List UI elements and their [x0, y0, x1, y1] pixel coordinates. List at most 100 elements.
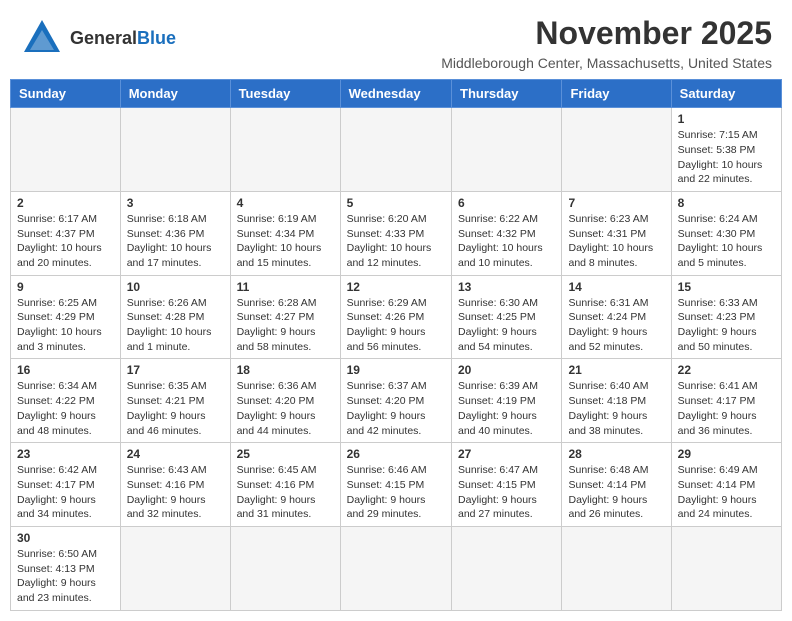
day-info: Sunrise: 6:36 AM Sunset: 4:20 PM Dayligh… — [237, 379, 334, 438]
table-row — [562, 108, 671, 192]
table-row — [562, 526, 671, 610]
table-row: 11Sunrise: 6:28 AM Sunset: 4:27 PM Dayli… — [230, 275, 340, 359]
day-info: Sunrise: 6:42 AM Sunset: 4:17 PM Dayligh… — [17, 463, 114, 522]
table-row — [11, 108, 121, 192]
day-info: Sunrise: 6:45 AM Sunset: 4:16 PM Dayligh… — [237, 463, 334, 522]
day-info: Sunrise: 6:43 AM Sunset: 4:16 PM Dayligh… — [127, 463, 224, 522]
table-row: 9 Sunrise: 6:25 AM Sunset: 4:29 PM Daylig… — [11, 275, 121, 359]
table-row — [340, 526, 451, 610]
col-sunday: Sunday — [11, 80, 121, 108]
day-info: Sunrise: 6:30 AM Sunset: 4:25 PM Dayligh… — [458, 296, 555, 355]
day-number: 12 — [347, 280, 445, 294]
table-row: 3 Sunrise: 6:18 AM Sunset: 4:36 PM Daylig… — [120, 191, 230, 275]
table-row: 21Sunrise: 6:40 AM Sunset: 4:18 PM Dayli… — [562, 359, 671, 443]
day-number: 9 — [17, 280, 114, 294]
table-row: 20 Sunrise: 6:39 AM Sunset: 4:19 PM Dayli… — [452, 359, 562, 443]
table-row — [230, 108, 340, 192]
day-info: Sunrise: 6:35 AM Sunset: 4:21 PM Dayligh… — [127, 379, 224, 438]
day-number: 16 — [17, 363, 114, 377]
day-info: Sunrise: 6:47 AM Sunset: 4:15 PM Dayligh… — [458, 463, 555, 522]
table-row: 16 Sunrise: 6:34 AM Sunset: 4:22 PM Dayli… — [11, 359, 121, 443]
day-number: 11 — [237, 280, 334, 294]
col-wednesday: Wednesday — [340, 80, 451, 108]
day-number: 6 — [458, 196, 555, 210]
day-info: Sunrise: 6:41 AM Sunset: 4:17 PM Dayligh… — [678, 379, 775, 438]
logo-text-block: GeneralBlue — [70, 28, 176, 49]
day-info: Sunrise: 6:19 AM Sunset: 4:34 PM Dayligh… — [237, 212, 334, 271]
logo-icon — [20, 16, 64, 60]
title-section: November 2025 Middleborough Center, Mass… — [441, 16, 772, 71]
day-number: 7 — [568, 196, 664, 210]
day-number: 28 — [568, 447, 664, 461]
calendar-week-row: 16 Sunrise: 6:34 AM Sunset: 4:22 PM Dayli… — [11, 359, 782, 443]
table-row: 29 Sunrise: 6:49 AM Sunset: 4:14 PM Dayli… — [671, 443, 781, 527]
day-info: Sunrise: 6:50 AM Sunset: 4:13 PM Dayligh… — [17, 547, 114, 606]
day-number: 24 — [127, 447, 224, 461]
col-tuesday: Tuesday — [230, 80, 340, 108]
table-row: 22 Sunrise: 6:41 AM Sunset: 4:17 PM Dayli… — [671, 359, 781, 443]
logo-general: General — [70, 28, 137, 48]
calendar-week-row: 1 Sunrise: 7:15 AM Sunset: 5:38 PM Daylig… — [11, 108, 782, 192]
day-number: 3 — [127, 196, 224, 210]
day-info: Sunrise: 6:46 AM Sunset: 4:15 PM Dayligh… — [347, 463, 445, 522]
location-subtitle: Middleborough Center, Massachusetts, Uni… — [441, 55, 772, 71]
table-row: 17Sunrise: 6:35 AM Sunset: 4:21 PM Dayli… — [120, 359, 230, 443]
day-info: Sunrise: 6:31 AM Sunset: 4:24 PM Dayligh… — [568, 296, 664, 355]
col-friday: Friday — [562, 80, 671, 108]
table-row: 25Sunrise: 6:45 AM Sunset: 4:16 PM Dayli… — [230, 443, 340, 527]
day-number: 10 — [127, 280, 224, 294]
day-number: 22 — [678, 363, 775, 377]
day-number: 23 — [17, 447, 114, 461]
table-row: 13Sunrise: 6:30 AM Sunset: 4:25 PM Dayli… — [452, 275, 562, 359]
day-info: Sunrise: 6:40 AM Sunset: 4:18 PM Dayligh… — [568, 379, 664, 438]
day-info: Sunrise: 7:15 AM Sunset: 5:38 PM Dayligh… — [678, 128, 775, 187]
table-row: 28 Sunrise: 6:48 AM Sunset: 4:14 PM Dayli… — [562, 443, 671, 527]
day-number: 2 — [17, 196, 114, 210]
col-saturday: Saturday — [671, 80, 781, 108]
day-info: Sunrise: 6:23 AM Sunset: 4:31 PM Dayligh… — [568, 212, 664, 271]
table-row — [230, 526, 340, 610]
table-row — [340, 108, 451, 192]
day-info: Sunrise: 6:37 AM Sunset: 4:20 PM Dayligh… — [347, 379, 445, 438]
table-row: 8Sunrise: 6:24 AM Sunset: 4:30 PM Daylig… — [671, 191, 781, 275]
table-row: 4 Sunrise: 6:19 AM Sunset: 4:34 PM Daylig… — [230, 191, 340, 275]
day-number: 29 — [678, 447, 775, 461]
day-number: 8 — [678, 196, 775, 210]
table-row: 6 Sunrise: 6:22 AM Sunset: 4:32 PM Daylig… — [452, 191, 562, 275]
logo-blue: Blue — [137, 28, 176, 48]
day-number: 14 — [568, 280, 664, 294]
logo: GeneralBlue — [20, 16, 176, 60]
page-header: GeneralBlue November 2025 Middleborough … — [0, 0, 792, 79]
day-info: Sunrise: 6:33 AM Sunset: 4:23 PM Dayligh… — [678, 296, 775, 355]
day-info: Sunrise: 6:18 AM Sunset: 4:36 PM Dayligh… — [127, 212, 224, 271]
calendar-header-row: Sunday Monday Tuesday Wednesday Thursday… — [11, 80, 782, 108]
day-info: Sunrise: 6:49 AM Sunset: 4:14 PM Dayligh… — [678, 463, 775, 522]
table-row: 30 Sunrise: 6:50 AM Sunset: 4:13 PM Dayli… — [11, 526, 121, 610]
calendar-week-row: 23 Sunrise: 6:42 AM Sunset: 4:17 PM Dayli… — [11, 443, 782, 527]
table-row — [120, 526, 230, 610]
table-row — [452, 526, 562, 610]
table-row: 2 Sunrise: 6:17 AM Sunset: 4:37 PM Daylig… — [11, 191, 121, 275]
calendar-wrapper: Sunday Monday Tuesday Wednesday Thursday… — [0, 79, 792, 621]
day-number: 20 — [458, 363, 555, 377]
day-number: 1 — [678, 112, 775, 126]
table-row: 19 Sunrise: 6:37 AM Sunset: 4:20 PM Dayli… — [340, 359, 451, 443]
day-info: Sunrise: 6:22 AM Sunset: 4:32 PM Dayligh… — [458, 212, 555, 271]
day-info: Sunrise: 6:48 AM Sunset: 4:14 PM Dayligh… — [568, 463, 664, 522]
day-info: Sunrise: 6:26 AM Sunset: 4:28 PM Dayligh… — [127, 296, 224, 355]
day-info: Sunrise: 6:25 AM Sunset: 4:29 PM Dayligh… — [17, 296, 114, 355]
day-info: Sunrise: 6:20 AM Sunset: 4:33 PM Dayligh… — [347, 212, 445, 271]
day-number: 4 — [237, 196, 334, 210]
day-info: Sunrise: 6:34 AM Sunset: 4:22 PM Dayligh… — [17, 379, 114, 438]
calendar-week-row: 9 Sunrise: 6:25 AM Sunset: 4:29 PM Daylig… — [11, 275, 782, 359]
day-info: Sunrise: 6:39 AM Sunset: 4:19 PM Dayligh… — [458, 379, 555, 438]
day-number: 19 — [347, 363, 445, 377]
table-row — [120, 108, 230, 192]
table-row: 26Sunrise: 6:46 AM Sunset: 4:15 PM Dayli… — [340, 443, 451, 527]
table-row: 24 Sunrise: 6:43 AM Sunset: 4:16 PM Dayli… — [120, 443, 230, 527]
day-number: 15 — [678, 280, 775, 294]
day-info: Sunrise: 6:17 AM Sunset: 4:37 PM Dayligh… — [17, 212, 114, 271]
table-row: 10 Sunrise: 6:26 AM Sunset: 4:28 PM Dayli… — [120, 275, 230, 359]
day-number: 30 — [17, 531, 114, 545]
table-row — [452, 108, 562, 192]
